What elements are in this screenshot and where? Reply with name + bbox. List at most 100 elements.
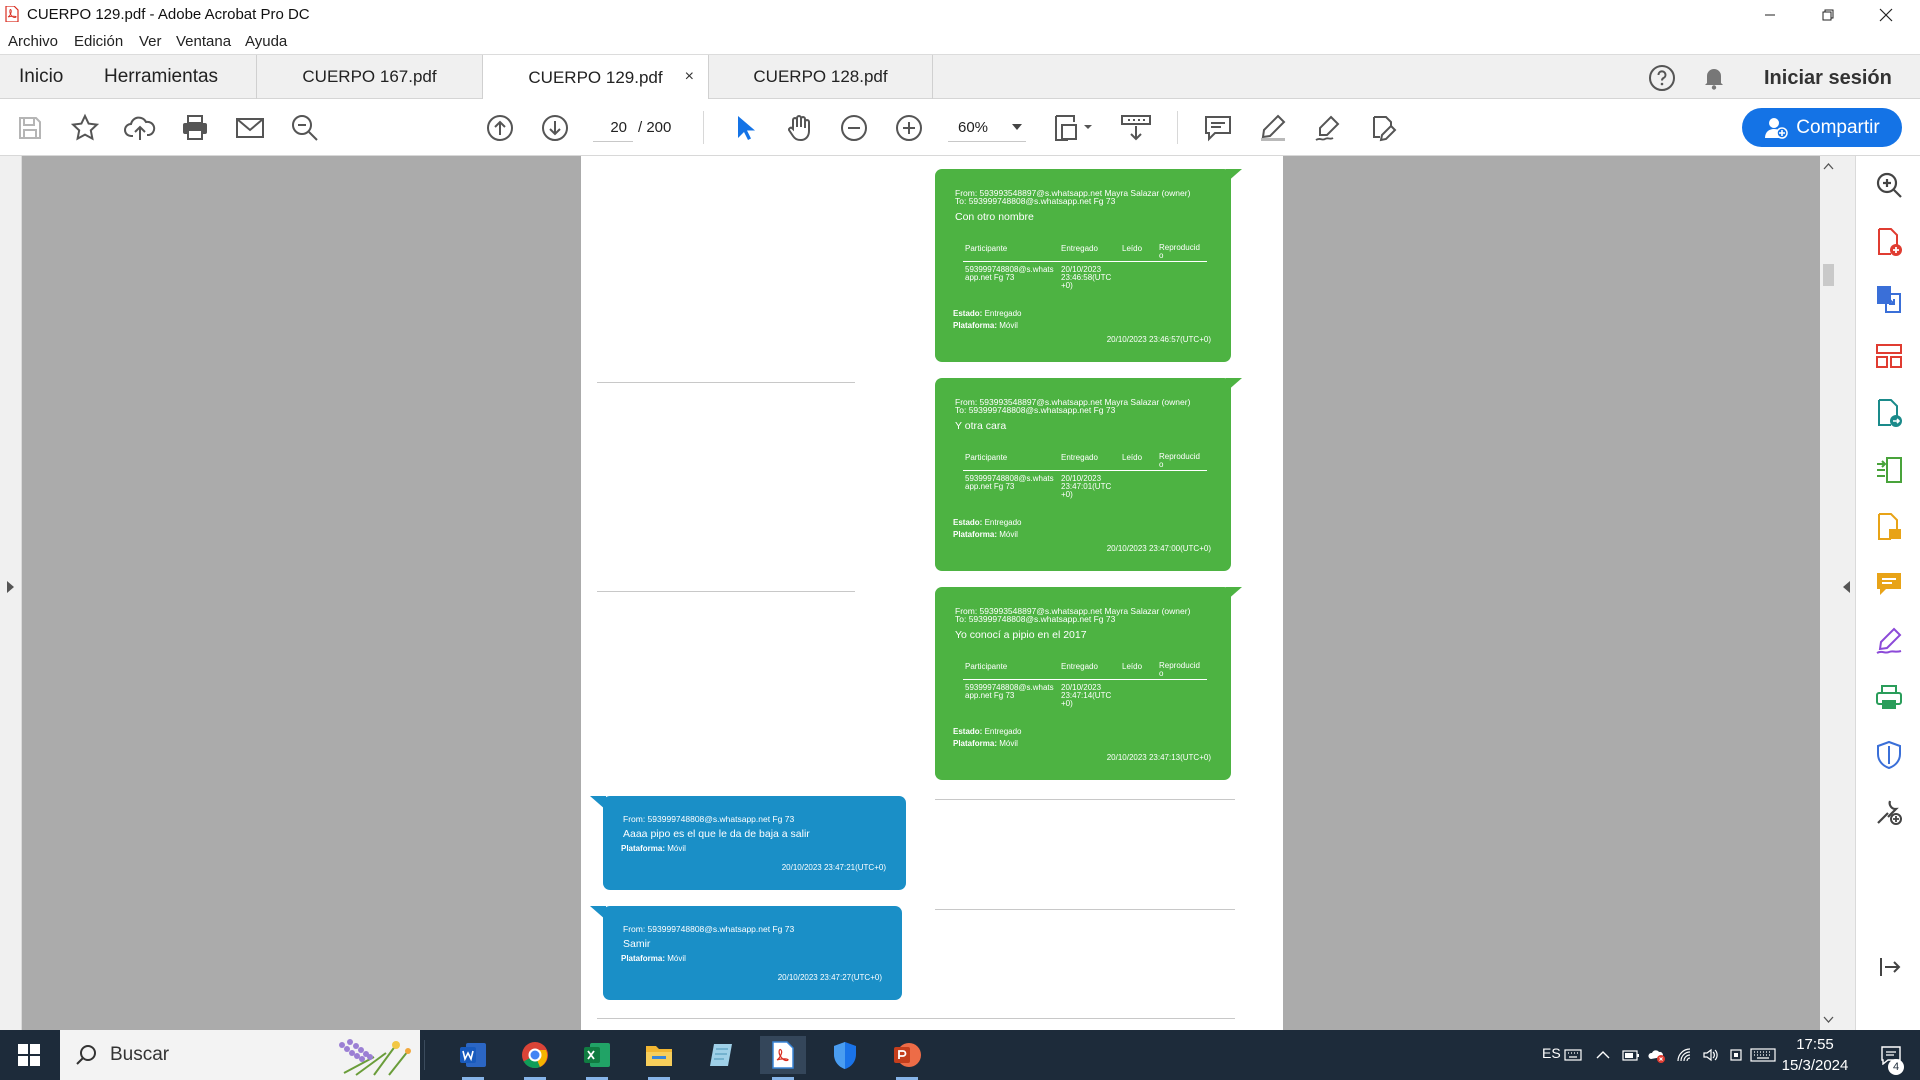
fill-sign-icon[interactable] bbox=[1874, 626, 1904, 656]
save-button[interactable] bbox=[14, 112, 46, 144]
plus-circle-icon bbox=[896, 115, 922, 141]
onedrive-error-icon[interactable] bbox=[1648, 1047, 1666, 1063]
clock-date[interactable]: 15/3/2024 bbox=[1770, 1057, 1860, 1074]
doc-tab-cuerpo-128[interactable]: CUERPO 128.pdf bbox=[709, 55, 933, 99]
clock-time[interactable]: 17:55 bbox=[1770, 1036, 1860, 1053]
pdf-page: From: 593993548897@s.whatsapp.net Mayra … bbox=[581, 156, 1283, 1030]
print-production-icon[interactable] bbox=[1874, 683, 1904, 713]
zoom-search-icon[interactable] bbox=[1874, 170, 1904, 200]
scroll-thumb[interactable] bbox=[1823, 264, 1834, 286]
next-page-button[interactable] bbox=[539, 112, 571, 144]
chevron-up-icon[interactable] bbox=[1594, 1047, 1612, 1063]
battery-icon[interactable] bbox=[1622, 1047, 1640, 1063]
request-signature-icon[interactable] bbox=[1874, 512, 1904, 542]
hand-tool-button[interactable] bbox=[783, 112, 815, 144]
fill-sign-button[interactable] bbox=[1367, 112, 1399, 144]
signin-link[interactable]: Iniciar sesión bbox=[1764, 67, 1892, 90]
word-app-button[interactable] bbox=[450, 1036, 496, 1080]
defender-app-button[interactable] bbox=[822, 1036, 868, 1074]
header-entregado: Entregado bbox=[1061, 453, 1098, 462]
shield-icon bbox=[834, 1042, 856, 1069]
scroll-down-icon[interactable] bbox=[1823, 1016, 1834, 1024]
meet-now-icon[interactable] bbox=[1728, 1047, 1746, 1063]
notification-bell-icon[interactable] bbox=[1700, 64, 1728, 92]
message-platform: Plataforma: Móvil bbox=[953, 321, 1018, 330]
message-from: From: 593999748808@s.whatsapp.net Fg 73 bbox=[623, 814, 795, 824]
search-text-button[interactable] bbox=[289, 112, 321, 144]
folder-icon bbox=[646, 1046, 672, 1066]
chat-bubble-outgoing: From: 593993548897@s.whatsapp.net Mayra … bbox=[935, 169, 1231, 362]
bookmark-star-button[interactable] bbox=[69, 112, 101, 144]
vertical-scrollbar[interactable] bbox=[1820, 156, 1837, 1030]
protect-shield-icon[interactable] bbox=[1874, 740, 1904, 770]
print-button[interactable] bbox=[179, 112, 211, 144]
menu-ver[interactable]: Ver bbox=[139, 33, 162, 50]
message-to: To: 593999748808@s.whatsapp.net Fg 73 bbox=[955, 405, 1116, 415]
comment-tool-icon[interactable] bbox=[1874, 569, 1904, 599]
language-indicator[interactable]: ES bbox=[1542, 1045, 1561, 1061]
compare-files-icon[interactable] bbox=[1874, 455, 1904, 485]
close-tab-icon[interactable]: × bbox=[685, 68, 694, 86]
right-panel-toggle[interactable] bbox=[1837, 156, 1855, 1030]
minimize-button[interactable] bbox=[1742, 0, 1798, 29]
message-body: Aaaa pipo es el que le da de baja a sali… bbox=[623, 828, 810, 840]
bubble-tail bbox=[590, 906, 606, 920]
edit-pdf-icon[interactable] bbox=[1874, 398, 1904, 428]
highlight-button[interactable] bbox=[1257, 112, 1289, 144]
select-tool-button[interactable] bbox=[728, 112, 760, 144]
excel-app-button[interactable] bbox=[574, 1036, 620, 1080]
header-leido: Leído bbox=[1122, 662, 1143, 671]
notes-app-button[interactable] bbox=[698, 1036, 744, 1074]
zoom-in-button[interactable] bbox=[893, 112, 925, 144]
doc-tab-cuerpo-167[interactable]: CUERPO 167.pdf bbox=[257, 55, 483, 99]
create-pdf-icon[interactable] bbox=[1874, 227, 1904, 257]
export-pdf-icon[interactable] bbox=[1874, 284, 1904, 314]
share-label: Compartir bbox=[1796, 116, 1880, 138]
previous-page-button[interactable] bbox=[484, 112, 516, 144]
zoom-out-button[interactable] bbox=[838, 112, 870, 144]
page-total: / 200 bbox=[638, 119, 672, 136]
page-number-input[interactable] bbox=[593, 114, 633, 142]
menu-archivo[interactable]: Archivo bbox=[8, 33, 58, 50]
file-explorer-button[interactable] bbox=[636, 1036, 682, 1080]
upload-cloud-button[interactable] bbox=[124, 112, 156, 144]
keyboard-icon[interactable] bbox=[1564, 1047, 1582, 1063]
signature-pen-icon bbox=[1315, 115, 1340, 141]
menu-ventana[interactable]: Ventana bbox=[176, 33, 231, 50]
close-window-button[interactable] bbox=[1858, 0, 1914, 29]
help-icon[interactable] bbox=[1648, 64, 1676, 92]
organize-pages-icon[interactable] bbox=[1874, 341, 1904, 371]
document-view[interactable]: From: 593993548897@s.whatsapp.net Mayra … bbox=[22, 156, 1820, 1030]
menu-edicion[interactable]: Edición bbox=[74, 33, 123, 50]
taskbar-search[interactable]: Buscar bbox=[60, 1030, 420, 1080]
notes-icon bbox=[710, 1044, 732, 1066]
page-fit-button[interactable] bbox=[1052, 112, 1096, 144]
restore-button[interactable] bbox=[1800, 0, 1856, 29]
chrome-app-button[interactable] bbox=[512, 1036, 558, 1080]
delivered-cell: 20/10/2023 23:47:14(UTC +0) bbox=[1061, 683, 1112, 708]
zoom-dropdown[interactable]: 60% bbox=[948, 114, 1026, 142]
menu-ayuda[interactable]: Ayuda bbox=[245, 33, 287, 50]
platform-value: Móvil bbox=[667, 844, 686, 853]
start-button[interactable] bbox=[0, 1030, 58, 1080]
wifi-icon[interactable] bbox=[1676, 1047, 1694, 1063]
sign-button[interactable] bbox=[1312, 112, 1344, 144]
tab-inicio[interactable]: Inicio bbox=[19, 55, 63, 99]
email-button[interactable] bbox=[234, 112, 266, 144]
tab-herramientas[interactable]: Herramientas bbox=[104, 55, 218, 99]
share-button[interactable]: Compartir bbox=[1742, 108, 1902, 147]
acrobat-app-button[interactable] bbox=[760, 1036, 806, 1080]
powerpoint-app-button[interactable] bbox=[884, 1036, 930, 1080]
more-tools-icon[interactable] bbox=[1874, 797, 1904, 827]
message-timestamp: 20/10/2023 23:46:57(UTC+0) bbox=[1106, 335, 1211, 344]
scroll-mode-button[interactable] bbox=[1120, 112, 1152, 144]
comment-button[interactable] bbox=[1202, 112, 1234, 144]
left-panel-toggle[interactable] bbox=[0, 156, 22, 1030]
scroll-up-icon[interactable] bbox=[1823, 162, 1834, 170]
doc-tab-cuerpo-129[interactable]: CUERPO 129.pdf × bbox=[483, 55, 709, 100]
window-title: CUERPO 129.pdf - Adobe Acrobat Pro DC bbox=[27, 6, 310, 23]
volume-icon[interactable] bbox=[1702, 1047, 1720, 1063]
bubble-tail bbox=[590, 796, 606, 810]
tools-pane bbox=[1855, 156, 1920, 1030]
collapse-pane-icon[interactable] bbox=[1874, 952, 1904, 982]
